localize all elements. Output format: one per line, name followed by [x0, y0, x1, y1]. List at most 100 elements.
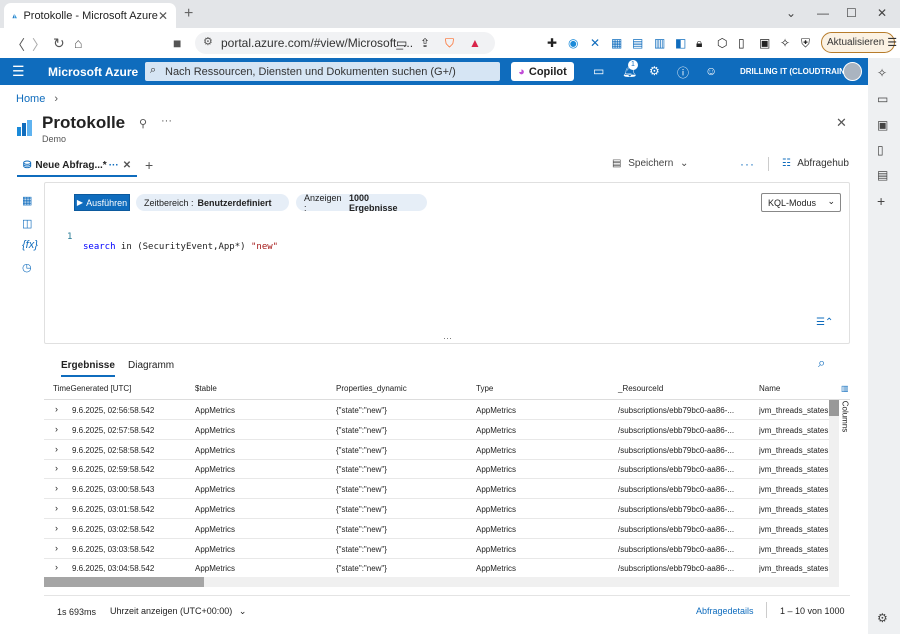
media-icon[interactable]: ▭	[877, 92, 888, 106]
expand-row-icon[interactable]: ›	[55, 404, 58, 414]
leo-icon[interactable]: ✧	[780, 36, 790, 50]
save-button[interactable]: ▤ Speichern ⌄	[612, 158, 688, 169]
azure-brand[interactable]: Microsoft Azure	[48, 65, 138, 79]
columns-panel-toggle[interactable]: ▥ Columns	[840, 384, 850, 434]
copilot-sparkle-icon[interactable]: ✧	[877, 66, 887, 80]
home-icon[interactable]: ⌂	[74, 35, 82, 51]
expand-row-icon[interactable]: ›	[55, 463, 58, 473]
reading-list-icon[interactable]: ▤	[877, 168, 888, 182]
minimize-icon[interactable]: —	[817, 6, 829, 20]
expand-row-icon[interactable]: ›	[55, 543, 58, 553]
settings-icon[interactable]: ⚙	[877, 611, 888, 625]
query-editor[interactable]: ▶ Ausführen Zeitbereich : Benutzerdefini…	[44, 182, 850, 344]
kql-mode-select[interactable]: KQL-Modus ⌄	[761, 193, 841, 212]
column-header[interactable]: Name	[759, 384, 780, 393]
more-icon[interactable]: ···	[109, 160, 119, 171]
sidebar-icon[interactable]: ▯	[738, 36, 745, 50]
table-row[interactable]: › 9.6.2025, 02:59:58.542 AppMetrics {"state…	[44, 459, 839, 480]
more-options-icon[interactable]: ···	[161, 115, 172, 127]
new-tab-icon[interactable]: +	[184, 5, 193, 23]
table-row[interactable]: › 9.6.2025, 03:00:58.543 AppMetrics {"state…	[44, 479, 839, 500]
table-icon[interactable]: ▥	[654, 36, 665, 50]
table-row[interactable]: › 9.6.2025, 03:03:58.542 AppMetrics {"state…	[44, 539, 839, 559]
settings-gear-icon[interactable]: ⚙	[649, 64, 660, 78]
expand-row-icon[interactable]: ›	[55, 562, 58, 572]
scrollbar-thumb[interactable]	[44, 577, 204, 587]
table-row[interactable]: › 9.6.2025, 02:58:58.542 AppMetrics {"state…	[44, 440, 839, 460]
history-icon[interactable]: ◷	[22, 261, 32, 274]
timezone-select[interactable]: Uhrzeit anzeigen (UTC+00:00) ⌄	[110, 606, 246, 617]
install-app-icon[interactable]: ▭	[396, 36, 407, 50]
avatar[interactable]	[843, 62, 862, 81]
wallet-icon[interactable]: ▣	[877, 118, 888, 132]
forward-icon[interactable]: 〉	[32, 35, 46, 55]
search-results-icon[interactable]: ⌕	[818, 355, 825, 371]
lock-icon[interactable]: 🔒︎	[696, 36, 702, 51]
scrollbar-thumb[interactable]	[829, 400, 839, 416]
breadcrumb[interactable]: Home ›	[16, 93, 58, 105]
table-row[interactable]: › 9.6.2025, 02:56:58.542 AppMetrics {"state…	[44, 400, 839, 420]
time-range-picker[interactable]: Zeitbereich : Benutzerdefiniert	[136, 194, 289, 211]
cloud-shell-icon[interactable]: ▭	[593, 64, 604, 78]
hamburger-menu-icon[interactable]: ☰	[12, 63, 25, 80]
queries-icon[interactable]: ◫	[22, 217, 32, 230]
close-x-icon[interactable]: ✕	[590, 36, 600, 50]
share-icon[interactable]: ⇪	[420, 36, 430, 50]
table-row[interactable]: › 9.6.2025, 03:04:58.542 AppMetrics {"state…	[44, 558, 839, 577]
grid-icon[interactable]: ▦	[611, 36, 622, 50]
expand-row-icon[interactable]: ›	[55, 424, 58, 434]
back-icon[interactable]: 〈	[11, 35, 25, 55]
column-header[interactable]: TimeGenerated [UTC]	[53, 384, 131, 393]
tab-chart[interactable]: Diagramm	[128, 360, 174, 371]
brave-shield-icon[interactable]: ⛉	[445, 36, 454, 51]
browser-tab[interactable]: Protokolle - Microsoft Azure ✕	[4, 3, 176, 28]
breadcrumb-home[interactable]: Home	[16, 93, 45, 105]
brave-rewards-icon[interactable]: ▲	[469, 36, 481, 50]
puzzle-icon[interactable]: ⬡	[717, 36, 727, 50]
table-row[interactable]: › 9.6.2025, 03:01:58.542 AppMetrics {"state…	[44, 499, 839, 519]
bookmark-icon[interactable]: ■	[173, 35, 181, 51]
more-actions-icon[interactable]: ···	[740, 157, 755, 171]
global-search-input[interactable]: ⌕ Nach Ressourcen, Diensten und Dokument…	[145, 62, 500, 81]
column-header[interactable]: $table	[195, 384, 217, 393]
reload-icon[interactable]: ↻	[53, 35, 65, 52]
column-header[interactable]: Type	[476, 384, 493, 393]
format-collapse-icon[interactable]: ☰⌃	[816, 317, 833, 328]
query-details-link[interactable]: Abfragedetails	[696, 606, 754, 616]
expand-row-icon[interactable]: ›	[55, 444, 58, 454]
horizontal-scrollbar[interactable]	[44, 577, 839, 587]
chevron-down-icon[interactable]: ⌄	[786, 6, 796, 20]
vpn-icon[interactable]: ⛨	[801, 36, 810, 51]
expand-row-icon[interactable]: ›	[55, 523, 58, 533]
add-query-tab-icon[interactable]: +	[145, 157, 153, 173]
table-row[interactable]: › 9.6.2025, 02:57:58.542 AppMetrics {"state…	[44, 420, 839, 440]
copilot-button[interactable]: ◕ Copilot	[511, 62, 574, 81]
run-button[interactable]: ▶ Ausführen	[74, 194, 130, 211]
site-settings-icon[interactable]: ⚙	[203, 35, 213, 48]
column-header[interactable]: _ResourceId	[618, 384, 663, 393]
tab-results[interactable]: Ergebnisse	[61, 360, 115, 377]
close-tab-icon[interactable]: ✕	[123, 160, 131, 171]
help-icon[interactable]: ⓘ	[677, 64, 689, 81]
column-header[interactable]: Properties_dynamic	[336, 384, 407, 393]
feedback-icon[interactable]: ☺	[705, 64, 717, 78]
wallet-icon[interactable]: ▣	[759, 36, 770, 50]
add-icon[interactable]: +	[877, 193, 885, 209]
table-row[interactable]: › 9.6.2025, 03:02:58.542 AppMetrics {"state…	[44, 519, 839, 539]
expand-row-icon[interactable]: ›	[55, 483, 58, 493]
functions-icon[interactable]: {fx}	[22, 239, 38, 251]
vertical-scrollbar[interactable]	[829, 400, 839, 578]
extension-puzzle-icon[interactable]: ✚	[547, 36, 557, 50]
calculator-icon[interactable]: ▤	[632, 36, 643, 50]
resize-handle-icon[interactable]: ···	[443, 333, 452, 343]
sync-icon[interactable]: ◉	[568, 36, 578, 50]
code-line[interactable]: 1 search in (SecurityEvent,App*) "new"	[45, 222, 278, 262]
tables-icon[interactable]: ▦	[22, 194, 32, 207]
update-button[interactable]: Aktualisieren ☰	[821, 32, 897, 53]
expand-row-icon[interactable]: ›	[55, 503, 58, 513]
translate-icon[interactable]: ◧	[675, 36, 686, 50]
close-window-icon[interactable]: ✕	[877, 6, 887, 20]
pin-icon[interactable]: ⚲	[139, 117, 147, 130]
close-blade-icon[interactable]: ✕	[836, 115, 847, 131]
maximize-icon[interactable]: ☐	[846, 6, 857, 20]
